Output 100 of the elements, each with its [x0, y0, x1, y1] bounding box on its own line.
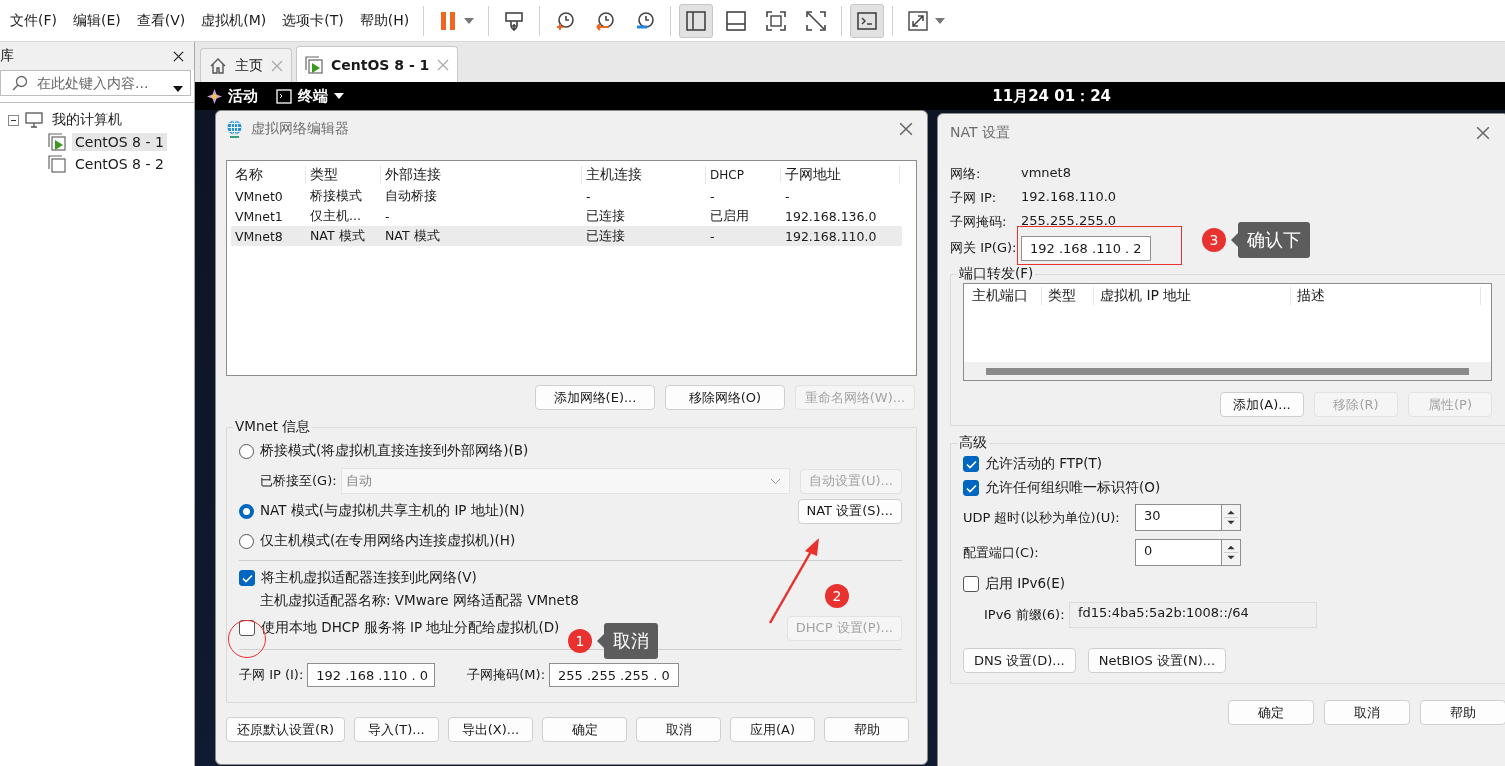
field-label: IPv6 前缀(6): [984, 606, 1066, 624]
info-label: 子网掩码: [950, 213, 1008, 231]
column-header[interactable]: 类型 [1042, 287, 1094, 305]
info-label: 网络: [950, 165, 982, 183]
dialog-button[interactable]: 确定 [1228, 700, 1314, 725]
stretch-icon [907, 9, 930, 32]
checkbox[interactable] [963, 576, 979, 592]
checkbox-label[interactable]: 启用 IPv6(E) [985, 575, 1066, 593]
radio-label[interactable]: 仅主机模式(在专用网络内连接虚拟机)(H) [260, 532, 516, 550]
network-button[interactable]: 移除网络(O) [665, 385, 785, 410]
checkbox-label[interactable]: 允许任何组织唯一标识符(O) [985, 479, 1161, 497]
table-cell-text: 桥接模式 [309, 187, 363, 205]
panel-title: 库 [0, 47, 14, 65]
column-header[interactable]: 类型 [306, 165, 381, 184]
table-row[interactable]: VMnet1 仅主机... - 已连接 已启用 192.168.136.0 [231, 206, 902, 226]
table-cell-text: 已启用 [709, 207, 750, 225]
table-cell-text: - [585, 188, 592, 204]
toolbar-button[interactable] [850, 3, 885, 38]
dialog-button[interactable]: 取消 [1324, 700, 1410, 725]
dialog-button[interactable]: 还原默认设置(R) [226, 717, 345, 742]
dialog-button[interactable]: 应用(A) [730, 717, 815, 742]
menu-item[interactable]: 虚拟机(M) [193, 11, 275, 30]
toolbar-button[interactable] [679, 3, 714, 38]
dialog-button[interactable]: 帮助 [824, 717, 909, 742]
table-cell-text: NAT 模式 [309, 227, 366, 245]
menu-item[interactable]: 文件(F) [2, 11, 65, 30]
stepper-icon[interactable] [1221, 504, 1241, 531]
number-field[interactable]: 30 [1135, 504, 1221, 531]
dialog-button[interactable]: 确定 [542, 717, 627, 742]
tree-item[interactable]: CentOS 8 - 2 [72, 155, 167, 173]
search-field[interactable]: 在此处键入内容... [0, 70, 191, 96]
number-field[interactable]: 0 [1135, 539, 1221, 566]
nat-settings-button[interactable]: NAT 设置(S)... [797, 498, 902, 524]
radio-button[interactable] [239, 533, 254, 549]
bottom-panel-icon [725, 9, 748, 32]
window-title: NAT 设置 [950, 123, 1010, 142]
checkbox-label[interactable]: 将主机虚拟适配器连接到此网络(V) [261, 569, 477, 587]
caret-icon [464, 17, 475, 24]
settings-button[interactable]: NetBIOS 设置(N)... [1087, 648, 1227, 673]
radio-button[interactable] [239, 503, 254, 519]
mask-field[interactable]: 255 .255 .255 . 0 [549, 663, 680, 687]
info-value: 192.168.110.0 [1021, 189, 1118, 206]
collapse-icon[interactable] [8, 114, 19, 126]
column-header[interactable]: 虚拟机 IP 地址 [1094, 287, 1291, 305]
dialog-button[interactable]: 导入(T)... [354, 717, 439, 742]
table-row[interactable]: VMnet8 NAT 模式 NAT 模式 已连接 - 192.168.110.0 [231, 226, 902, 246]
tree-item[interactable]: CentOS 8 - 1 [72, 133, 167, 151]
tree-item[interactable]: 我的计算机 [49, 110, 125, 130]
activities-menu[interactable]: 活动 [228, 86, 258, 106]
dropdown-caret-icon [173, 86, 183, 92]
port-button[interactable]: 添加(A)... [1220, 392, 1304, 417]
group-title: 高级 [958, 434, 988, 452]
menu-item[interactable]: 编辑(E) [65, 11, 129, 30]
radio-label[interactable]: NAT 模式(与虚拟机共享主机的 IP 地址)(N) [260, 502, 525, 520]
column-header[interactable]: 主机连接 [582, 165, 706, 184]
running-vm-icon [305, 55, 323, 74]
table-cell-text: 仅主机... [309, 207, 362, 225]
checkbox[interactable] [963, 480, 979, 496]
window-title: 虚拟网络编辑器 [251, 119, 349, 138]
checkbox-label[interactable]: 允许活动的 FTP(T) [985, 455, 1102, 473]
checkbox[interactable] [239, 570, 255, 586]
terminal-menu[interactable]: 终端 [298, 86, 328, 106]
tab[interactable]: 主页 [200, 48, 292, 82]
field-label: 已桥接至(G): [260, 472, 337, 490]
tab[interactable]: CentOS 8 - 1 [296, 46, 459, 82]
table-row[interactable]: VMnet0 桥接模式 自动桥接 - - - [231, 186, 902, 206]
clock-plus-icon [554, 9, 577, 32]
menu-item[interactable]: 查看(V) [128, 11, 194, 30]
network-button[interactable]: 添加网络(E)... [535, 385, 655, 410]
column-header[interactable]: 外部连接 [381, 165, 582, 184]
column-header[interactable]: DHCP [706, 167, 781, 182]
scrollbar[interactable] [986, 367, 1469, 375]
column-header[interactable]: 主机端口 [966, 287, 1042, 305]
column-header[interactable]: 名称 [231, 165, 306, 184]
table-cell-text: 已连接 [585, 227, 626, 245]
dialog-button[interactable]: 取消 [636, 717, 721, 742]
gateway-ip-field[interactable]: 192 .168 .110 . 2 [1021, 235, 1151, 261]
menu-item[interactable]: 选项卡(T) [274, 11, 352, 30]
table-cell-text: 192.168.110.0 [784, 228, 878, 244]
caret-icon [334, 93, 344, 99]
adapter-name-text: 主机虚拟适配器名称: VMware 网络适配器 VMnet8 [260, 592, 579, 610]
callout: 取消 [597, 623, 658, 659]
checkbox[interactable] [963, 456, 979, 472]
ip-field[interactable]: 192 .168 .110 . 0 [307, 663, 436, 687]
stepper-icon[interactable] [1221, 539, 1241, 566]
close-icon[interactable] [173, 50, 184, 62]
column-header[interactable]: 子网地址 [781, 165, 900, 184]
field-label: 子网掩码(M): [467, 666, 546, 684]
terminal-icon [276, 88, 292, 104]
terminal-icon [856, 9, 879, 32]
column-header[interactable]: 描述 [1291, 287, 1481, 305]
globe-icon [226, 119, 243, 138]
radio-button[interactable] [239, 443, 254, 459]
menu-item[interactable]: 帮助(H) [351, 11, 418, 30]
dialog-button[interactable]: 导出(X)... [448, 717, 533, 742]
settings-button[interactable]: DNS 设置(D)... [963, 648, 1076, 673]
radio-label[interactable]: 桥接模式(将虚拟机直接连接到外部网络)(B) [260, 442, 529, 460]
dialog-button[interactable]: 帮助 [1420, 700, 1505, 725]
sidebar-layout-icon [685, 9, 708, 32]
info-value: 255.255.255.0 [1021, 213, 1118, 230]
